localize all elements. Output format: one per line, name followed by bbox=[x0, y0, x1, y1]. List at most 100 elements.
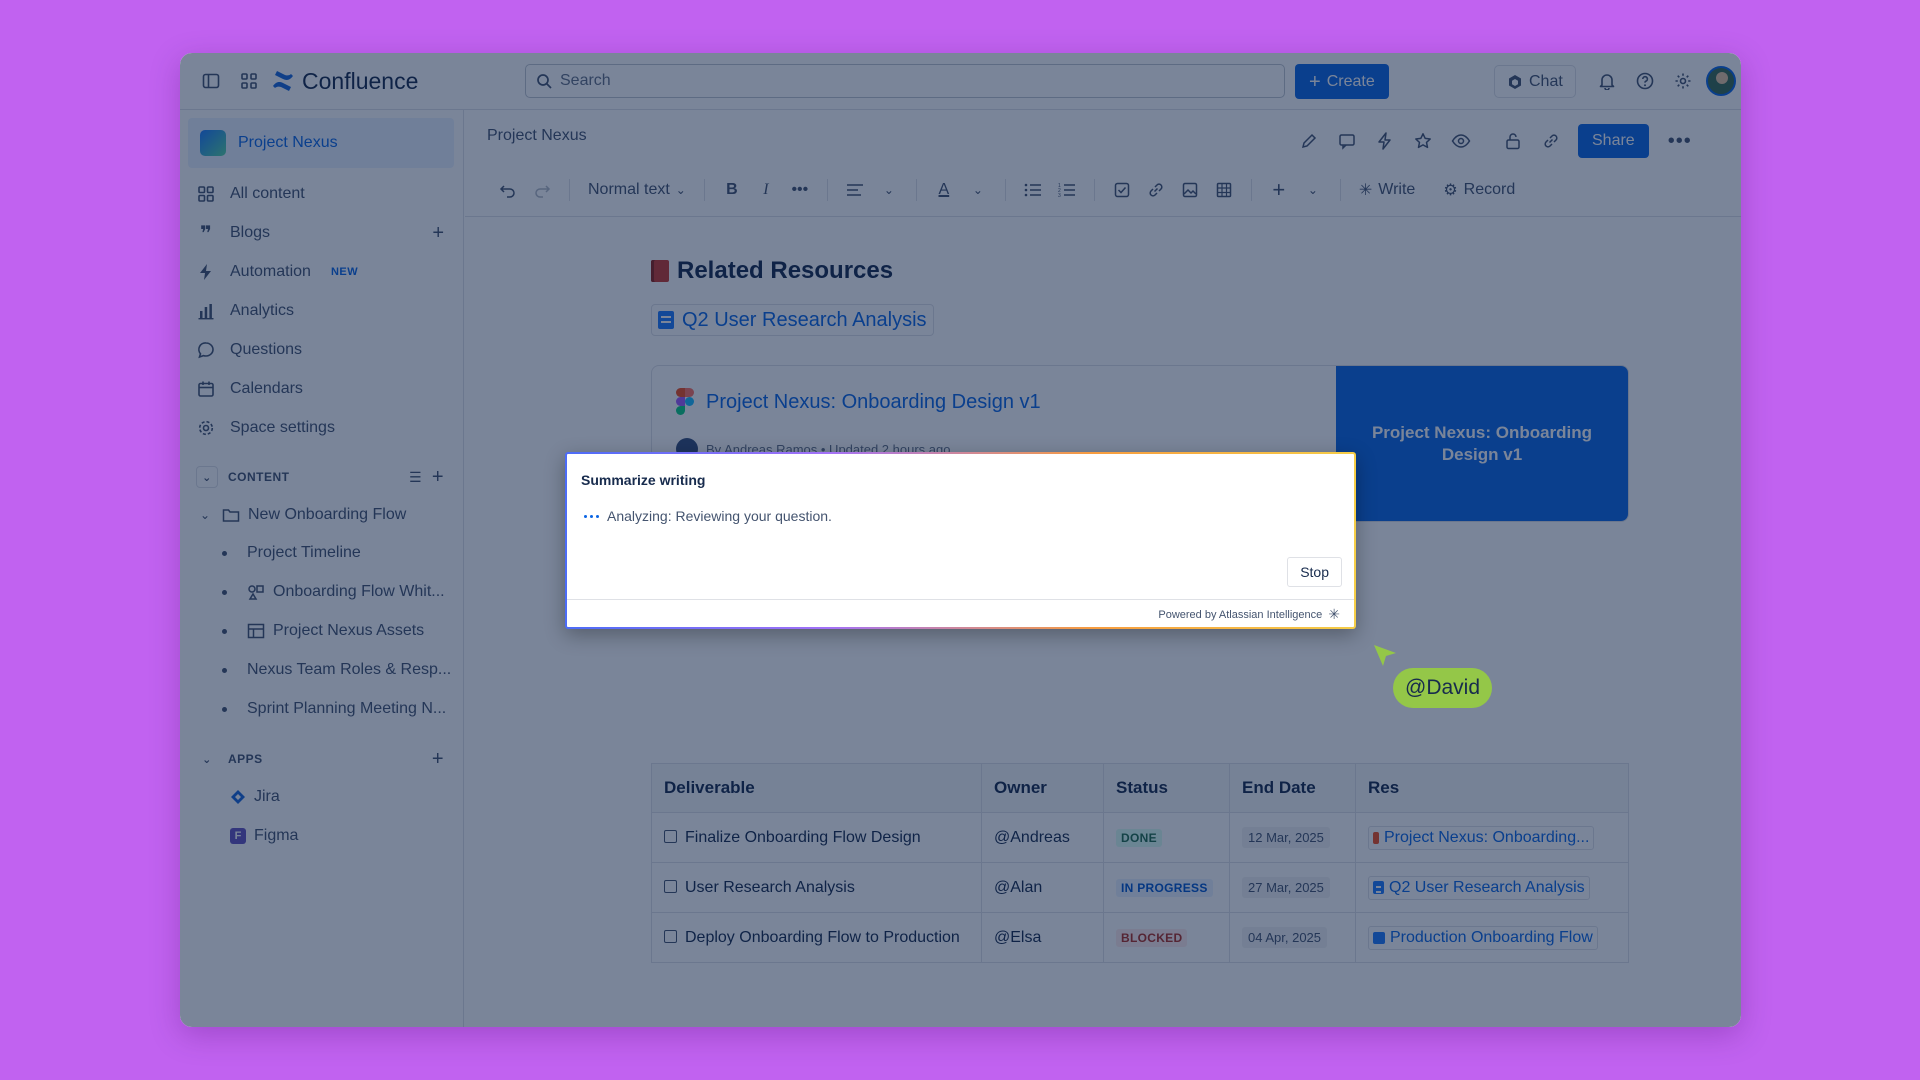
comment-icon[interactable] bbox=[1328, 122, 1366, 160]
table-icon[interactable] bbox=[1207, 173, 1241, 207]
bold-icon[interactable]: B bbox=[715, 173, 749, 207]
table-row: Deploy Onboarding Flow to Production @El… bbox=[651, 912, 1629, 963]
tree-item-sprint-planning[interactable]: Sprint Planning Meeting N... bbox=[222, 694, 446, 724]
deliverable-cell[interactable]: User Research Analysis bbox=[651, 862, 982, 913]
sparkle-icon: ✳ bbox=[1358, 181, 1373, 199]
italic-icon[interactable]: I bbox=[749, 173, 783, 207]
chevron-down-icon[interactable]: ⌄ bbox=[196, 748, 218, 770]
watch-eye-icon[interactable] bbox=[1442, 122, 1480, 160]
deliverable-cell[interactable]: Deploy Onboarding Flow to Production bbox=[651, 912, 982, 963]
more-options-icon[interactable]: ••• bbox=[1661, 122, 1699, 160]
chevron-down-icon[interactable]: ⌄ bbox=[1296, 173, 1330, 207]
filter-icon[interactable]: ☰ bbox=[409, 469, 422, 486]
end-date[interactable]: 12 Mar, 2025 bbox=[1242, 826, 1330, 848]
share-button[interactable]: Share bbox=[1578, 124, 1649, 158]
unlock-icon[interactable] bbox=[1494, 122, 1532, 160]
insert-plus-icon[interactable]: + bbox=[1262, 173, 1296, 207]
search-box[interactable] bbox=[525, 64, 1285, 98]
text-color-icon[interactable]: A bbox=[927, 173, 961, 207]
chevron-down-icon[interactable]: ⌄ bbox=[961, 173, 995, 207]
add-blog-plus-icon[interactable]: + bbox=[432, 222, 444, 245]
owner-mention[interactable]: @Elsa bbox=[981, 912, 1104, 963]
text-style-dropdown[interactable]: Normal text ⌄ bbox=[580, 173, 694, 207]
notifications-bell-icon[interactable] bbox=[1588, 62, 1626, 100]
link-icon[interactable] bbox=[1139, 173, 1173, 207]
tree-item-project-nexus-assets[interactable]: Project Nexus Assets bbox=[222, 616, 424, 646]
owner-mention[interactable]: @Alan bbox=[981, 862, 1104, 913]
lightning-icon[interactable] bbox=[1366, 122, 1404, 160]
image-icon[interactable] bbox=[1173, 173, 1207, 207]
more-formatting-icon[interactable]: ••• bbox=[783, 173, 817, 207]
tree-item-project-timeline[interactable]: Project Timeline bbox=[222, 538, 361, 568]
undo-icon[interactable] bbox=[491, 173, 525, 207]
tree-item-new-onboarding-flow[interactable]: ⌄ New Onboarding Flow bbox=[200, 500, 406, 530]
column-header-deliverable[interactable]: Deliverable bbox=[651, 763, 982, 813]
content-section-header[interactable]: ⌄ CONTENT ☰ + bbox=[196, 464, 454, 490]
status-cell: DONE bbox=[1103, 812, 1230, 863]
resource-link[interactable]: Q2 User Research Analysis bbox=[1368, 875, 1590, 900]
chevron-down-icon[interactable]: ⌄ bbox=[196, 466, 218, 488]
sidebar-item-blogs[interactable]: ❞ Blogs + bbox=[196, 216, 454, 250]
status-badge[interactable]: BLOCKED bbox=[1116, 928, 1188, 947]
record-button[interactable]: ⚙ Record bbox=[1435, 173, 1523, 207]
app-switcher-icon[interactable] bbox=[230, 62, 268, 100]
column-header-owner[interactable]: Owner bbox=[981, 763, 1104, 813]
user-avatar[interactable] bbox=[1706, 66, 1736, 96]
bullet-list-icon[interactable] bbox=[1016, 173, 1050, 207]
star-icon[interactable] bbox=[1404, 122, 1442, 160]
sidebar-item-label: Calendars bbox=[230, 380, 303, 397]
chevron-down-icon[interactable]: ⌄ bbox=[200, 508, 214, 522]
space-header[interactable]: Project Nexus bbox=[188, 118, 454, 168]
sidebar-item-space-settings[interactable]: Space settings bbox=[196, 411, 454, 445]
sidebar-item-automation[interactable]: Automation NEW bbox=[196, 255, 454, 289]
tree-item-team-roles[interactable]: Nexus Team Roles & Resp... bbox=[222, 655, 451, 685]
app-item-figma[interactable]: F Figma bbox=[230, 821, 298, 851]
sidebar-item-all-content[interactable]: All content bbox=[196, 177, 454, 211]
sidebar-item-analytics[interactable]: Analytics bbox=[196, 294, 454, 328]
inline-page-link[interactable]: Q2 User Research Analysis bbox=[651, 304, 934, 336]
owner-mention[interactable]: @Andreas bbox=[981, 812, 1104, 863]
status-badge[interactable]: DONE bbox=[1116, 828, 1162, 847]
breadcrumb[interactable]: Project Nexus bbox=[487, 127, 587, 145]
task-checkbox[interactable] bbox=[664, 929, 677, 943]
confluence-icon bbox=[273, 71, 293, 91]
end-date[interactable]: 04 Apr, 2025 bbox=[1242, 926, 1328, 948]
stop-button-label: Stop bbox=[1300, 564, 1329, 580]
deliverable-cell[interactable]: Finalize Onboarding Flow Design bbox=[651, 812, 982, 863]
apps-section-header[interactable]: ⌄ APPS + bbox=[196, 746, 454, 772]
add-content-plus-icon[interactable]: + bbox=[432, 466, 444, 489]
task-checkbox[interactable] bbox=[664, 879, 677, 893]
sidebar-item-questions[interactable]: Questions bbox=[196, 333, 454, 367]
task-checkbox-icon[interactable] bbox=[1105, 173, 1139, 207]
copy-link-icon[interactable] bbox=[1532, 122, 1570, 160]
align-left-icon[interactable] bbox=[838, 173, 872, 207]
ai-write-button[interactable]: ✳ Write bbox=[1351, 173, 1423, 207]
resource-link[interactable]: Project Nexus: Onboarding... bbox=[1368, 825, 1595, 850]
column-header-resources[interactable]: Res bbox=[1355, 763, 1629, 813]
resource-link[interactable]: Production Onboarding Flow bbox=[1368, 925, 1598, 950]
stop-button[interactable]: Stop bbox=[1287, 557, 1342, 587]
column-header-end-date[interactable]: End Date bbox=[1229, 763, 1356, 813]
add-app-plus-icon[interactable]: + bbox=[432, 748, 444, 771]
edit-pencil-icon[interactable] bbox=[1290, 122, 1328, 160]
search-input[interactable] bbox=[560, 72, 1240, 90]
status-badge[interactable]: IN PROGRESS bbox=[1116, 878, 1213, 897]
tree-item-onboarding-whiteboard[interactable]: Onboarding Flow Whit... bbox=[222, 577, 445, 607]
card-title[interactable]: Project Nexus: Onboarding Design v1 bbox=[676, 388, 1041, 416]
numbered-list-icon[interactable]: 123 bbox=[1050, 173, 1084, 207]
sidebar-toggle-icon[interactable] bbox=[192, 62, 230, 100]
chat-button[interactable]: Chat bbox=[1494, 65, 1576, 98]
end-date[interactable]: 27 Mar, 2025 bbox=[1242, 876, 1330, 898]
redo-icon[interactable] bbox=[525, 173, 559, 207]
deliverable-text: User Research Analysis bbox=[685, 878, 855, 896]
confluence-logo[interactable]: Confluence bbox=[272, 68, 418, 95]
help-icon[interactable] bbox=[1626, 62, 1664, 100]
sidebar-item-calendars[interactable]: Calendars bbox=[196, 372, 454, 406]
app-item-jira[interactable]: Jira bbox=[230, 782, 280, 812]
task-checkbox[interactable] bbox=[664, 829, 677, 843]
chevron-down-icon[interactable]: ⌄ bbox=[872, 173, 906, 207]
create-button[interactable]: + Create bbox=[1295, 64, 1389, 99]
column-header-status[interactable]: Status bbox=[1103, 763, 1230, 813]
card-preview[interactable]: Project Nexus: Onboarding Design v1 bbox=[1336, 366, 1628, 521]
settings-gear-icon[interactable] bbox=[1664, 62, 1702, 100]
